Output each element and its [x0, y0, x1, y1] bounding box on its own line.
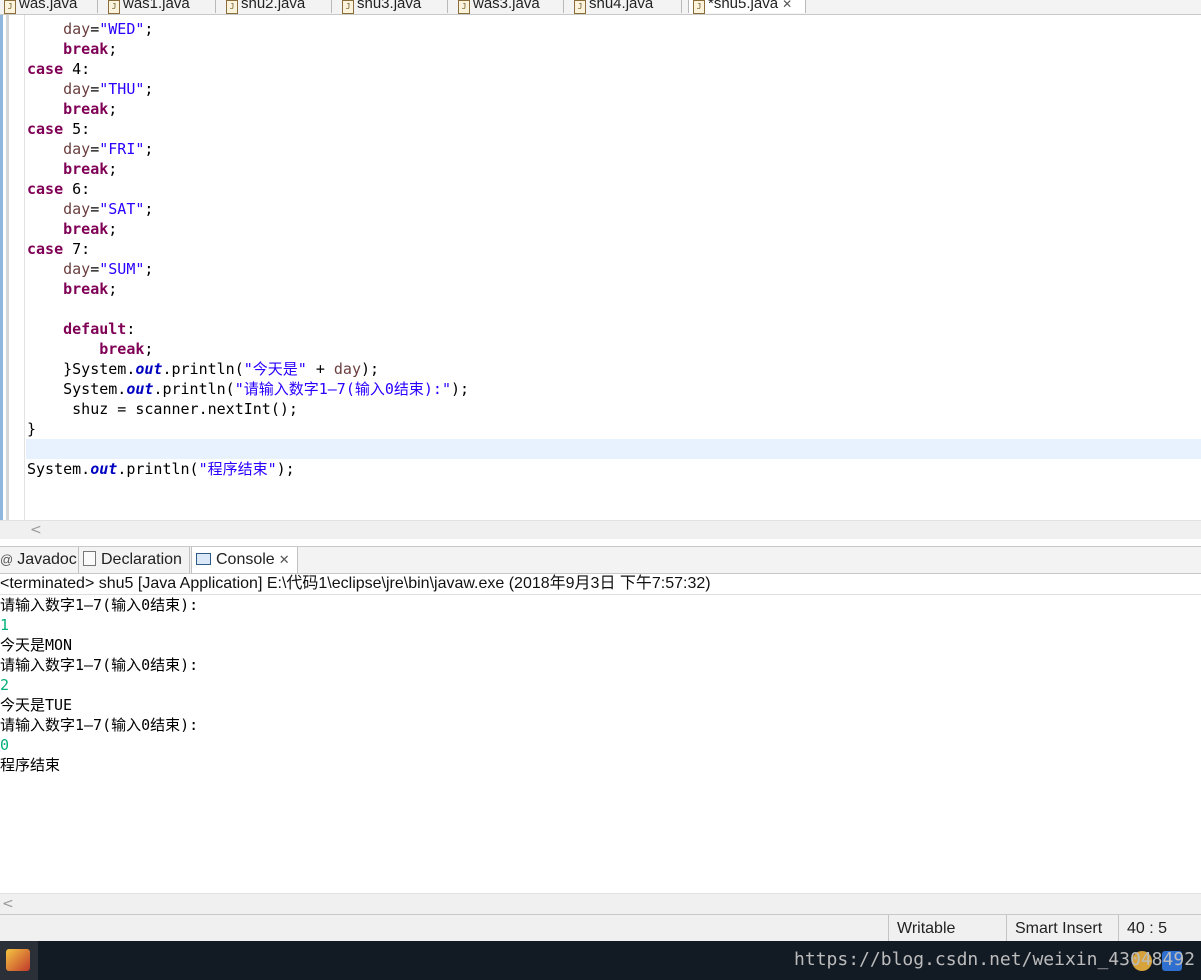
java-file-icon: J: [693, 0, 705, 14]
code-line: day="SAT";: [63, 200, 154, 218]
editor-tab-was[interactable]: Jwas.java: [0, 0, 98, 14]
editor-tab-was3[interactable]: Jwas3.java: [454, 0, 564, 14]
console-horizontal-scrollbar[interactable]: <: [0, 893, 1201, 914]
watermark-text: https://blog.csdn.net/weixin_43048492: [794, 949, 1195, 970]
code-line: day="THU";: [63, 80, 154, 98]
os-taskbar: https://blog.csdn.net/weixin_43048492: [0, 941, 1201, 980]
code-line: day="SUM";: [63, 260, 154, 278]
code-line: default:: [63, 320, 136, 338]
scroll-left-icon[interactable]: <: [30, 521, 42, 539]
console-input-line: 0: [0, 736, 10, 754]
status-writable: Writable: [888, 915, 1006, 942]
console-icon: [196, 553, 211, 565]
status-bar: Writable Smart Insert 40 : 5: [0, 914, 1201, 942]
console-process-header: <terminated> shu5 [Java Application] E:\…: [0, 574, 1201, 595]
code-line: shuz = scanner.nextInt();: [27, 400, 298, 418]
console-output[interactable]: 请输入数字1—7(输入0结束): 1 今天是MON 请输入数字1—7(输入0结束…: [0, 595, 1201, 893]
code-line: case 6:: [27, 180, 91, 198]
code-line: break;: [63, 160, 118, 178]
console-output-line: 今天是MON: [0, 636, 73, 654]
java-file-icon: J: [4, 0, 16, 14]
code-line: case 5:: [27, 120, 91, 138]
code-line: break;: [99, 340, 154, 358]
code-line: case 7:: [27, 240, 91, 258]
console-output-line: 请输入数字1—7(输入0结束):: [0, 656, 199, 674]
code-line: break;: [63, 220, 118, 238]
java-file-icon: J: [458, 0, 470, 14]
code-line: }: [27, 420, 37, 438]
editor-tab-shu3[interactable]: Jshu3.java: [338, 0, 448, 14]
code-editor[interactable]: day="WED"; break; case 4: day="THU"; bre…: [0, 15, 1201, 520]
code-line: System.out.println("请输入数字1—7(输入0结束):");: [27, 380, 470, 398]
taskbar-app-button[interactable]: [0, 941, 38, 980]
tab-declaration[interactable]: Declaration: [80, 547, 190, 573]
code-line: break;: [63, 280, 118, 298]
code-line: System.out.println("程序结束");: [27, 460, 295, 478]
java-file-icon: J: [226, 0, 238, 14]
console-output-line: 请输入数字1—7(输入0结束):: [0, 596, 199, 614]
tab-javadoc[interactable]: @ Javadoc: [0, 547, 79, 573]
tab-console[interactable]: Console ✕: [191, 547, 298, 573]
code-line: break;: [63, 100, 118, 118]
editor-tab-shu2[interactable]: Jshu2.java: [222, 0, 332, 14]
code-line: break;: [63, 40, 118, 58]
close-view-icon[interactable]: ✕: [279, 552, 290, 567]
console-input-line: 1: [0, 616, 10, 634]
status-insert-mode[interactable]: Smart Insert: [1006, 915, 1118, 942]
java-file-icon: J: [108, 0, 120, 14]
console-output-line: 今天是TUE: [0, 696, 73, 714]
console-output-line: 程序结束: [0, 756, 61, 774]
code-line: day="FRI";: [63, 140, 154, 158]
app-icon: [6, 949, 30, 971]
console-output-line: 请输入数字1—7(输入0结束):: [0, 716, 199, 734]
editor-tab-bar: Jwas.java Jwas1.java Jshu2.java Jshu3.ja…: [0, 0, 1201, 15]
view-tab-bar: @ Javadoc Declaration Console ✕: [0, 546, 1201, 574]
java-file-icon: J: [574, 0, 586, 14]
declaration-icon: [83, 551, 96, 566]
editor-tab-was1[interactable]: Jwas1.java: [104, 0, 216, 14]
overview-ruler: [0, 15, 3, 520]
annotation-ruler: [6, 15, 9, 520]
status-cursor-position: 40 : 5: [1118, 915, 1201, 942]
code-line: }System.out.println("今天是" + day);: [27, 360, 380, 378]
editor-tab-shu5[interactable]: J *shu5.java ✕: [688, 0, 806, 14]
at-icon: @: [0, 552, 14, 567]
console-input-line: 2: [0, 676, 10, 694]
close-tab-icon[interactable]: ✕: [782, 0, 792, 11]
code-text[interactable]: day="WED"; break; case 4: day="THU"; bre…: [27, 19, 469, 479]
scroll-left-icon[interactable]: <: [2, 894, 14, 914]
code-line: case 4:: [27, 60, 91, 78]
editor-horizontal-scrollbar[interactable]: <: [0, 520, 1201, 539]
editor-tab-shu4[interactable]: Jshu4.java: [570, 0, 682, 14]
gutter-divider: [24, 15, 25, 520]
code-line: day="WED";: [63, 20, 154, 38]
java-file-icon: J: [342, 0, 354, 14]
console-text: 请输入数字1—7(输入0结束): 1 今天是MON 请输入数字1—7(输入0结束…: [0, 595, 1201, 775]
